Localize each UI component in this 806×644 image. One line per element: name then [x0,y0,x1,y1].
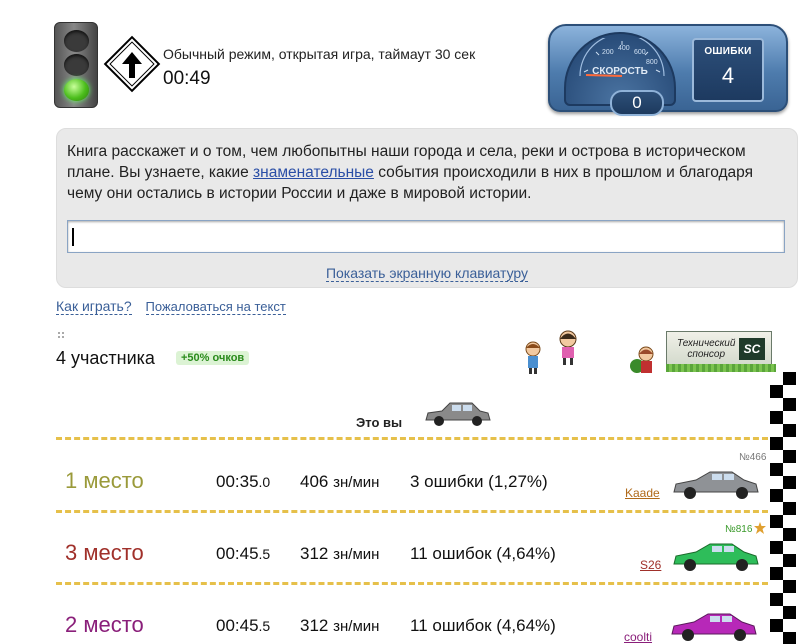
bonus-badge: +50% очков [176,351,250,365]
speed-value: 312 [300,616,329,635]
spectator-icon [630,346,654,373]
game-timer: 00:49 [163,68,211,89]
speed-value: 0 [610,90,664,116]
player-name-link[interactable]: Kaade [625,486,660,500]
show-keyboard-link[interactable]: Показать экранную клавиатуру [325,265,529,282]
place-label: 3 место [65,540,144,565]
typing-panel: Книга расскажет и о том, чем любопытны н… [56,128,798,288]
car-icon [673,471,759,499]
speed-unit: зн/мин [333,546,380,563]
place-label: 2 место [65,612,144,637]
star-icon [754,522,766,534]
finish-time: 00:45 [216,544,259,563]
errors-text: 11 ошибок (4,64%) [410,616,556,635]
grass-decoration [666,364,776,372]
errors-counter: ОШИБКИ 4 [692,38,764,102]
spectator-icon [559,330,577,365]
you-label: Это вы [356,415,403,430]
sponsor-line2: спонсор [687,349,726,360]
typing-input[interactable] [67,220,785,253]
speed-label: СКОРОСТЬ [592,66,648,77]
speedometer: 200 400 600 800 СКОРОСТЬ 0 [564,32,676,116]
speed-unit: зн/мин [333,618,380,635]
result-row: 2 место 00:45.5 312 зн/мин 11 ошибок (4,… [56,596,768,644]
passage-text: Книга расскажет и о том, чем любопытны н… [67,143,753,202]
lane-divider [56,582,768,585]
errors-text: 3 ошибки (1,27%) [410,472,548,491]
finish-line-flag [770,372,796,644]
participants-count: 4 участника [56,348,155,368]
sponsor-logo: SC [739,338,765,360]
passage-link[interactable]: знаменательные [253,164,374,181]
sponsor-line1: Технический [677,338,736,349]
player-name-link[interactable]: coolti [624,630,652,644]
how-to-play-link[interactable]: Как играть? [56,298,132,315]
gauge-tick-label: 400 [618,45,630,52]
place-label: 1 место [65,468,144,493]
gauge-tick-label: 800 [646,59,658,66]
arrow-up-icon [122,52,142,78]
dashboard: 200 400 600 800 СКОРОСТЬ 0 ОШИБКИ 4 [548,24,788,116]
errors-value: 4 [721,63,735,88]
player-car-icon [425,402,491,426]
complain-link[interactable]: Пожаловаться на текст [145,299,286,315]
drag-handle-icon [58,332,64,338]
car-icon [673,543,759,571]
speed-value: 312 [300,544,329,563]
lane-divider [56,437,768,440]
errors-text: 11 ошибок (4,64%) [410,544,556,563]
gauge-tick-label: 200 [602,49,614,56]
car-icon [671,613,757,641]
speed-unit: зн/мин [333,474,380,491]
finish-time: 00:35 [216,472,259,491]
game-mode-text: Обычный режим, открытая игра, таймаут 30… [163,46,476,62]
spectator-icon [525,341,541,374]
car-number: №816 [725,524,753,535]
car-number: №466 [739,452,767,463]
lane-divider [56,510,768,513]
finish-time: 00:45 [216,616,259,635]
player-name-link[interactable]: S26 [640,558,661,572]
finish-time-ms: .5 [258,618,271,634]
errors-label: ОШИБКИ [704,46,752,57]
speed-value: 406 [300,472,329,491]
finish-time-ms: .0 [258,474,271,490]
gauge-tick-label: 600 [634,49,646,56]
finish-time-ms: .5 [258,546,271,562]
traffic-light-icon [54,22,98,108]
